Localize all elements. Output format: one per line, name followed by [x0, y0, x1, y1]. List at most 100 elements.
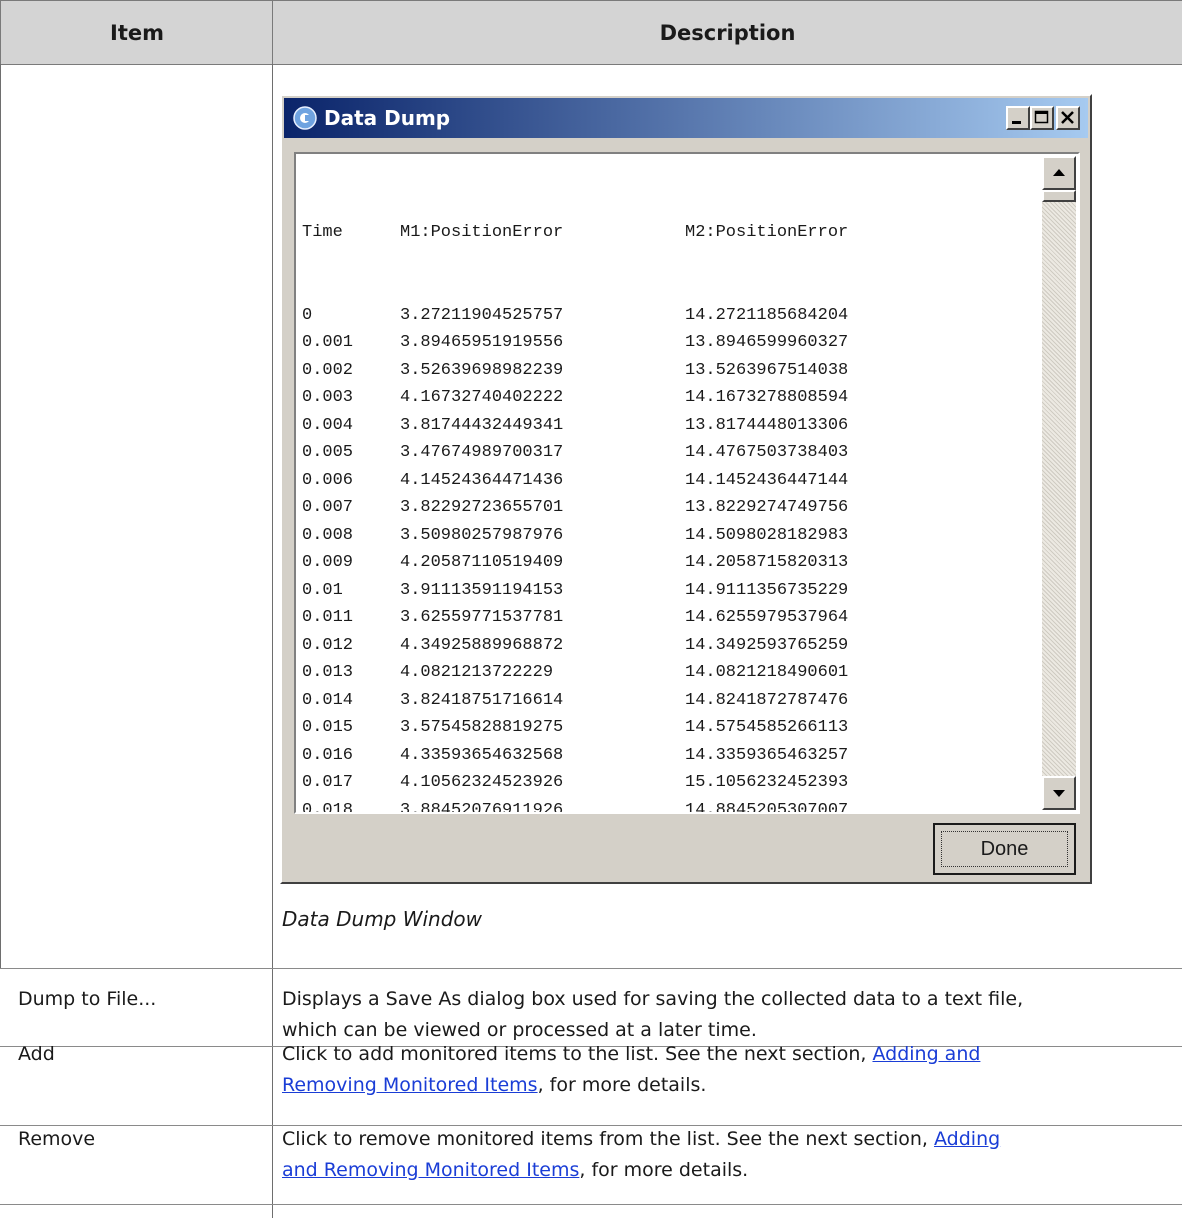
list-item[interactable]: 0.012 4.34925889968872 14.3492593765259 — [302, 632, 965, 660]
scroll-down-button[interactable] — [1042, 776, 1076, 810]
time-value: 0 — [302, 305, 313, 325]
table-left-border — [0, 64, 1, 969]
m1-position-error: 3.47674989700317 — [400, 443, 564, 462]
m2-position-error: 14.0821218490601 — [685, 663, 849, 682]
m1-position-error: 4.33593654632568 — [400, 745, 564, 765]
m2-position-error: 14.1673278808594 — [685, 388, 849, 407]
time-value: 0.01 — [302, 580, 343, 600]
vertical-scrollbar[interactable] — [1042, 156, 1076, 810]
list-item[interactable]: 0.004 3.81744432449341 13.8174448013306 — [302, 412, 965, 440]
list-item[interactable]: 0.002 3.52639698982239 13.5263967514038 — [302, 357, 965, 385]
time-value: 0.002 — [302, 360, 354, 380]
time-value: 0.006 — [302, 470, 354, 490]
m2-position-error: 14.2058715820313 — [685, 553, 849, 572]
scroll-thumb[interactable] — [1042, 190, 1076, 202]
data-dump-dialog: Data Dump Time M1:PositionError M2:Positio… — [280, 94, 1092, 884]
list-item[interactable]: 0.018 3.88452076911926 14.8845205307007 — [302, 797, 965, 813]
dialog-titlebar[interactable]: Data Dump — [284, 98, 1088, 138]
maximize-icon — [1034, 110, 1049, 124]
minimize-button[interactable] — [1006, 106, 1030, 130]
description-text: , for more details. — [537, 1074, 707, 1096]
m1-position-error: 3.82292723655701 — [400, 498, 564, 517]
list-item[interactable]: 0.007 3.82292723655701 13.8229274749756 — [302, 494, 965, 522]
list-item[interactable]: 0 3.27211904525757 14.2721185684204 — [302, 302, 965, 330]
figure-caption: Data Dump Window — [282, 907, 483, 931]
list-item[interactable]: 0.014 3.82418751716614 14.8241872787476 — [302, 687, 965, 715]
list-item[interactable]: 0.015 3.57545828819275 14.5754585266113 — [302, 714, 965, 742]
time-value: 0.012 — [302, 635, 354, 655]
m1-position-error: 3.89465951919556 — [400, 333, 564, 352]
m2-position-error: 13.8946599960327 — [685, 333, 849, 352]
time-value: 0.015 — [302, 718, 354, 737]
m2-position-error: 14.1452436447144 — [685, 470, 849, 490]
m1-position-error: 3.82418751716614 — [400, 690, 564, 710]
adding-removing-link[interactable]: Removing Monitored Items — [282, 1074, 538, 1096]
m1-position-error: 4.34925889968872 — [400, 635, 564, 655]
adding-removing-link[interactable]: and Removing Monitored Items — [282, 1159, 579, 1181]
description-remove: Click to remove monitored items from the… — [282, 1124, 1167, 1186]
list-header-row: Time M1:PositionError M2:PositionError — [302, 219, 965, 247]
list-item[interactable]: 0.016 4.33593654632568 14.3359365463257 — [302, 742, 965, 770]
m2-position-error: 14.3359365463257 — [685, 745, 849, 765]
list-col-time: Time — [302, 223, 343, 242]
time-value: 0.001 — [302, 333, 354, 352]
list-item[interactable]: 0.011 3.62559771537781 14.6255979537964 — [302, 604, 965, 632]
list-col-m1: M1:PositionError — [400, 223, 564, 242]
time-value: 0.011 — [302, 608, 354, 627]
dialog-title: Data Dump — [324, 106, 451, 130]
m1-position-error: 4.0821213722229 — [400, 663, 554, 682]
item-dump-to-file: Dump to File... — [18, 988, 157, 1010]
data-list[interactable]: Time M1:PositionError M2:PositionError 0 3.… — [294, 152, 1080, 814]
description-text: , for more details. — [579, 1159, 749, 1181]
time-value: 0.014 — [302, 690, 354, 710]
column-header-item: Item — [0, 0, 273, 65]
arrow-up-icon — [1053, 169, 1065, 176]
list-item[interactable]: 0.013 4.0821213722229 14.0821218490601 — [302, 659, 965, 687]
list-item[interactable]: 0.005 3.47674989700317 14.4767503738403 — [302, 439, 965, 467]
m1-position-error: 3.57545828819275 — [400, 718, 564, 737]
scroll-up-button[interactable] — [1042, 156, 1076, 190]
maximize-button[interactable] — [1030, 106, 1054, 130]
description-line: Displays a Save As dialog box used for s… — [282, 988, 1024, 1010]
data-list-rows: Time M1:PositionError M2:PositionError 0 3.… — [302, 164, 965, 813]
list-item[interactable]: 0.01 3.91113591194153 14.9111356735229 — [302, 577, 965, 605]
m2-position-error: 14.6255979537964 — [685, 608, 849, 627]
m1-position-error: 3.81744432449341 — [400, 415, 564, 435]
description-text: Click to remove monitored items from the… — [282, 1128, 934, 1150]
description-text: Click to add monitored items to the list… — [282, 1043, 873, 1065]
time-value: 0.013 — [302, 663, 354, 682]
column-divider — [272, 64, 273, 1218]
m1-position-error: 3.62559771537781 — [400, 608, 564, 627]
m2-position-error: 14.2721185684204 — [685, 305, 849, 325]
focus-rect — [941, 831, 1068, 867]
time-value: 0.008 — [302, 525, 354, 545]
m1-position-error: 3.91113591194153 — [400, 580, 564, 600]
time-value: 0.004 — [302, 415, 354, 435]
close-button[interactable] — [1056, 106, 1080, 130]
list-item[interactable]: 0.008 3.50980257987976 14.5098028182983 — [302, 522, 965, 550]
close-icon — [1061, 111, 1074, 124]
time-value: 0.005 — [302, 443, 354, 462]
m1-position-error: 4.16732740402222 — [400, 388, 564, 407]
list-item[interactable]: 0.003 4.16732740402222 14.1673278808594 — [302, 384, 965, 412]
m2-position-error: 14.3492593765259 — [685, 635, 849, 655]
item-add: Add — [18, 1043, 55, 1065]
done-button[interactable]: Done — [933, 823, 1076, 875]
item-remove: Remove — [18, 1128, 96, 1150]
m1-position-error: 4.10562324523926 — [400, 773, 564, 792]
list-item[interactable]: 0.017 4.10562324523926 15.1056232452393 — [302, 769, 965, 797]
list-item[interactable]: 0.006 4.14524364471436 14.1452436447144 — [302, 467, 965, 495]
m1-position-error: 4.20587110519409 — [400, 553, 564, 572]
time-value: 0.016 — [302, 745, 354, 765]
m2-position-error: 13.8174448013306 — [685, 415, 849, 435]
adding-removing-link[interactable]: Adding — [934, 1128, 1000, 1150]
m2-position-error: 13.5263967514038 — [685, 360, 849, 380]
description-dump-to-file: Displays a Save As dialog box used for s… — [282, 984, 1167, 1046]
list-item[interactable]: 0.001 3.89465951919556 13.8946599960327 — [302, 329, 965, 357]
m2-position-error: 15.1056232452393 — [685, 773, 849, 792]
list-item[interactable]: 0.009 4.20587110519409 14.2058715820313 — [302, 549, 965, 577]
m2-position-error: 14.8241872787476 — [685, 690, 849, 710]
m1-position-error: 4.14524364471436 — [400, 470, 564, 490]
adding-removing-link[interactable]: Adding and — [872, 1043, 980, 1065]
minimize-icon — [1012, 121, 1021, 124]
